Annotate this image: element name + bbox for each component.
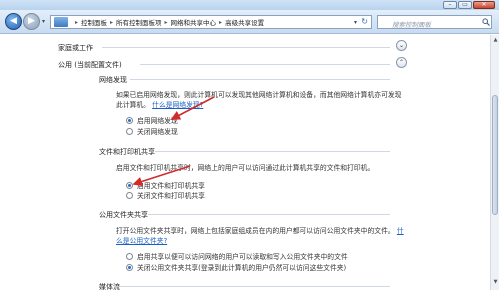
radio-button[interactable] [126,127,133,135]
file-printer-sharing-heading: 文件和打印机共享 [99,148,155,156]
breadcrumb-advanced-sharing[interactable]: 高级共享设置 [225,17,264,27]
divider [140,64,390,65]
window-controls: – ▭ ✕ [443,1,495,9]
breadcrumb-separator[interactable]: ▸ [219,19,222,26]
breadcrumb-control-panel[interactable]: 控制面板 [81,17,107,27]
divider [148,214,390,215]
network-discovery-heading: 网络发现 [99,76,127,84]
option-label: 关闭文件和打印机共享 [137,192,205,200]
profile-public-label[interactable]: 公用 (当前配置文件) [58,60,122,70]
radio-button-selected[interactable] [126,263,133,271]
minimize-button[interactable]: – [443,1,457,9]
radio-disable-public-folder-sharing[interactable]: 关闭公用文件夹共享(登录到此计算机的用户仍然可以访问这些文件夹) [126,262,346,272]
breadcrumb-separator[interactable]: ▸ [165,19,168,26]
media-streaming-heading: 媒体流 [99,283,120,290]
public-folder-sharing-heading: 公用文件夹共享 [99,211,148,219]
vertical-scrollbar[interactable]: ▲ ▼ [490,35,499,290]
close-button[interactable]: ✕ [473,1,495,9]
window-titlebar: – ▭ ✕ [0,0,499,10]
search-placeholder: 搜索控制面板 [392,21,431,29]
scroll-down-icon[interactable]: ▼ [492,279,499,287]
collapse-public-profile-icon[interactable]: ⌃ [396,57,407,68]
expand-home-profile-icon[interactable]: ⌄ [396,40,407,51]
settings-content: 家庭或工作 ⌄ 公用 (当前配置文件) ⌃ 网络发现 如果已启用网络发现，则此计… [0,35,490,290]
scroll-thumb[interactable] [492,95,498,215]
breadcrumb-all-items[interactable]: 所有控制面板项 [116,17,162,27]
divider [102,47,390,48]
divider [120,286,390,287]
address-bar[interactable]: ▸ 控制面板 ▸ 所有控制面板项 ▸ 网络和共享中心 ▸ 高级共享设置 ▾ ↻ [50,15,372,29]
control-panel-icon [54,17,68,27]
network-discovery-help-link[interactable]: 什么是网络发现? [152,101,203,109]
breadcrumb: ▸ 控制面板 ▸ 所有控制面板项 ▸ 网络和共享中心 ▸ 高级共享设置 [72,17,264,28]
radio-button[interactable] [126,252,133,260]
navigation-bar: ◀ ▶ ▾ ▸ 控制面板 ▸ 所有控制面板项 ▸ 网络和共享中心 ▸ 高级共享设… [0,10,499,34]
breadcrumb-separator: ▸ [75,18,79,26]
scroll-up-icon[interactable]: ▲ [492,37,499,45]
maximize-button[interactable]: ▭ [458,1,472,9]
refresh-icon[interactable]: ↻ [361,17,368,26]
divider [130,79,390,80]
profile-home-work-label[interactable]: 家庭或工作 [58,43,93,53]
option-label: 关闭公用文件夹共享(登录到此计算机的用户仍然可以访问这些文件夹) [137,264,347,272]
public-folder-sharing-description: 打开公用文件夹共享时，网络上包括家庭组成员在内的用户都可以访问公用文件夹中的文件… [116,227,404,245]
radio-button-selected[interactable] [126,181,133,189]
breadcrumb-network-center[interactable]: 网络和共享中心 [171,17,217,27]
option-label: 启用共享以便可以访问网络的用户可以读取和写入公用文件夹中的文件 [137,253,348,261]
back-button[interactable]: ◀ [5,13,22,30]
option-label: 关闭网络发现 [137,128,178,136]
radio-disable-file-printer-sharing[interactable]: 关闭文件和打印机共享 [126,190,205,200]
network-discovery-description: 如果已启用网络发现，则此计算机可以发现其他网络计算机和设备，而其他网络计算机亦可… [116,91,402,109]
radio-button-selected[interactable] [126,116,133,124]
radio-disable-network-discovery[interactable]: 关闭网络发现 [126,126,178,136]
radio-button[interactable] [126,191,133,199]
forward-button[interactable]: ▶ [23,13,40,30]
address-dropdown-icon[interactable]: ▾ [354,19,357,26]
recent-pages-dropdown[interactable]: ▾ [42,18,45,25]
search-icon[interactable] [482,18,490,26]
divider [155,151,390,152]
file-printer-sharing-description: 启用文件和打印机共享时，网络上的用户可以访问通过此计算机共享的文件和打印机。 [116,164,375,172]
option-label: 启用文件和打印机共享 [137,182,205,190]
radio-enable-public-folder-sharing[interactable]: 启用共享以便可以访问网络的用户可以读取和写入公用文件夹中的文件 [126,251,348,261]
breadcrumb-separator[interactable]: ▸ [110,19,113,26]
search-box[interactable]: 搜索控制面板 [377,15,492,29]
option-label: 启用网络发现 [137,117,178,125]
radio-enable-network-discovery[interactable]: 启用网络发现 [126,115,178,125]
radio-enable-file-printer-sharing[interactable]: 启用文件和打印机共享 [126,180,205,190]
